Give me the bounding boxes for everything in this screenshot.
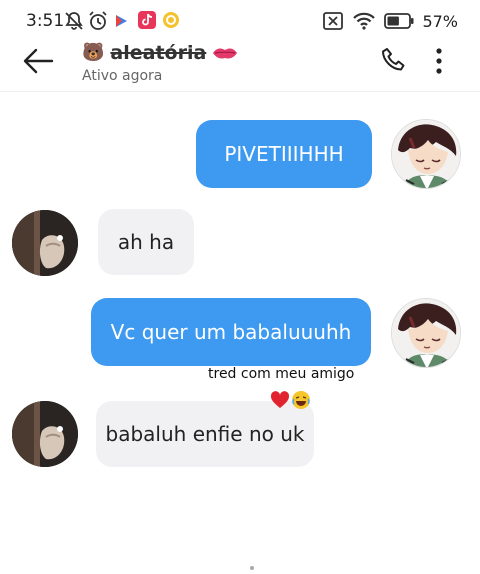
bell-off-icon <box>65 12 83 30</box>
photo-avatar-image <box>12 210 78 276</box>
status-time: 3:51 <box>26 11 65 31</box>
message-bubble-sent[interactable]: PIVETIIIHHH <box>196 120 372 188</box>
back-arrow-icon[interactable] <box>22 46 56 76</box>
message-bubble-received[interactable]: ah ha <box>98 209 194 275</box>
chat-header: 🐻 aleatória Ativo agora <box>0 40 480 92</box>
contact-name: aleatória <box>110 42 207 64</box>
status-bar: 3:51 57% <box>0 0 480 40</box>
message-text: babaluh enfie no uk <box>105 422 305 446</box>
tiktok-icon <box>138 11 156 29</box>
message-text: PIVETIIIHHH <box>224 142 344 166</box>
message-bubble-sent[interactable]: Vc quer um babaluuuhh <box>91 298 371 366</box>
contact-status: Ativo agora <box>82 68 163 84</box>
scroll-indicator <box>250 566 254 570</box>
overlay-emojis <box>270 390 314 412</box>
battery-percent: 57% <box>422 11 458 31</box>
play-icon <box>116 15 127 27</box>
anime-avatar-image <box>392 120 460 188</box>
sender-avatar[interactable] <box>391 298 461 368</box>
receiver-avatar[interactable] <box>12 401 78 467</box>
message-text: ah ha <box>117 230 175 254</box>
wifi-icon <box>353 12 376 30</box>
sender-avatar[interactable] <box>391 119 461 189</box>
laughing-emoji <box>292 391 310 409</box>
contact-name-row: 🐻 aleatória <box>82 40 238 66</box>
contact-info[interactable]: 🐻 aleatória Ativo agora <box>82 40 238 84</box>
alarm-icon <box>89 11 107 30</box>
yellow-app-icon <box>163 12 179 28</box>
more-options-icon[interactable] <box>432 44 446 78</box>
battery-icon <box>384 13 414 29</box>
message-text: Vc quer um babaluuuhh <box>110 320 352 344</box>
anime-avatar-image <box>392 299 460 367</box>
no-sim-icon <box>323 12 344 30</box>
heart-emoji <box>270 391 290 408</box>
receiver-avatar[interactable] <box>12 210 78 276</box>
phone-icon[interactable] <box>380 46 408 74</box>
lips-icon <box>213 48 238 59</box>
bear-emoji: 🐻 <box>82 42 105 63</box>
overlay-caption: tred com meu amigo <box>208 366 355 382</box>
photo-avatar-image <box>12 401 78 467</box>
